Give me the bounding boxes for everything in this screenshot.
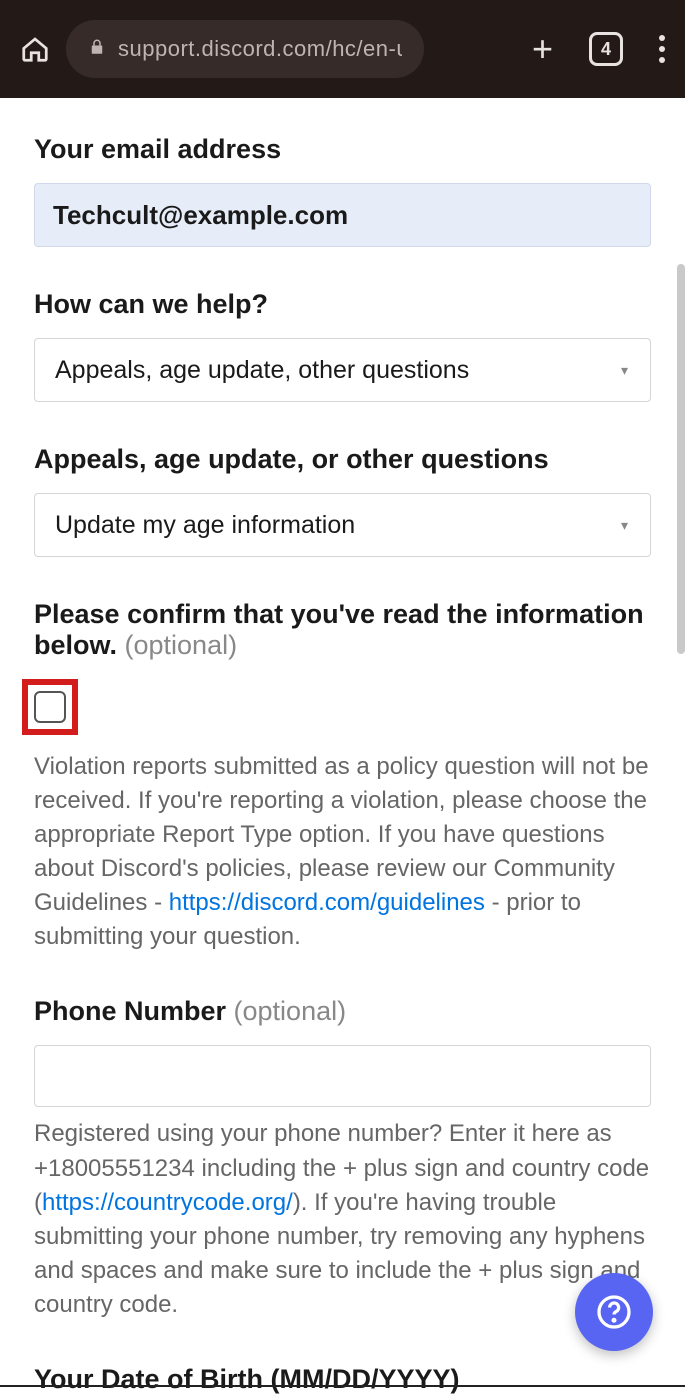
phone-helper-text: Registered using your phone number? Ente… — [34, 1117, 651, 1321]
question-icon — [596, 1294, 632, 1330]
email-input[interactable] — [34, 183, 651, 247]
help-select[interactable]: Appeals, age update, other questions ▾ — [34, 338, 651, 402]
url-text: support.discord.com/hc/en-us/requ — [118, 36, 402, 62]
help-field-block: How can we help? Appeals, age update, ot… — [34, 289, 651, 402]
subtype-select-value: Update my age information — [55, 511, 355, 540]
chevron-down-icon: ▾ — [621, 517, 628, 534]
confirm-label: Please confirm that you've read the info… — [34, 599, 651, 661]
checkbox-highlight — [22, 679, 78, 735]
phone-field-block: Phone Number (optional) Registered using… — [34, 996, 651, 1321]
help-label: How can we help? — [34, 289, 651, 320]
help-fab[interactable] — [575, 1273, 653, 1351]
countrycode-link[interactable]: https://countrycode.org/ — [42, 1189, 293, 1216]
more-menu-icon[interactable] — [659, 35, 665, 63]
lock-icon — [88, 38, 106, 61]
home-icon[interactable] — [20, 34, 50, 64]
phone-input[interactable] — [34, 1045, 651, 1107]
help-select-value: Appeals, age update, other questions — [55, 356, 469, 385]
form-content: Your email address How can we help? Appe… — [0, 98, 685, 1395]
address-bar[interactable]: support.discord.com/hc/en-us/requ — [66, 20, 424, 78]
tabs-count-badge[interactable]: 4 — [589, 32, 623, 66]
confirm-checkbox-row — [34, 679, 651, 740]
confirm-helper-text: Violation reports submitted as a policy … — [34, 750, 651, 954]
subtype-label: Appeals, age update, or other questions — [34, 444, 651, 475]
phone-label: Phone Number (optional) — [34, 996, 651, 1027]
toolbar-actions: + 4 — [532, 28, 665, 70]
new-tab-icon[interactable]: + — [532, 28, 553, 70]
email-label: Your email address — [34, 134, 651, 165]
dob-field-block: Your Date of Birth (MM/DD/YYYY) — [34, 1364, 651, 1395]
browser-toolbar: support.discord.com/hc/en-us/requ + 4 — [0, 0, 685, 98]
scrollbar-thumb[interactable] — [677, 264, 685, 654]
chevron-down-icon: ▾ — [621, 362, 628, 379]
dob-label: Your Date of Birth (MM/DD/YYYY) — [34, 1364, 651, 1395]
subtype-field-block: Appeals, age update, or other questions … — [34, 444, 651, 557]
guidelines-link[interactable]: https://discord.com/guidelines — [169, 889, 485, 916]
confirm-field-block: Please confirm that you've read the info… — [34, 599, 651, 954]
email-field-block: Your email address — [34, 134, 651, 247]
subtype-select[interactable]: Update my age information ▾ — [34, 493, 651, 557]
confirm-checkbox[interactable] — [34, 691, 66, 723]
